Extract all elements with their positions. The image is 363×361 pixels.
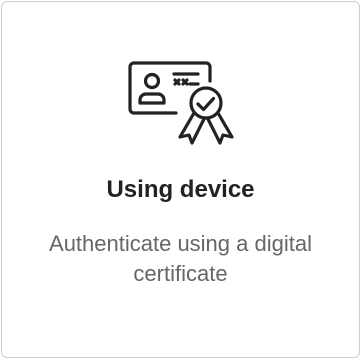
certificate-device-icon — [126, 57, 236, 149]
card-title: Using device — [106, 176, 255, 203]
using-device-option-card[interactable]: Using device Authenticate using a digita… — [1, 1, 360, 358]
card-description: Authenticate using a digital certificate — [49, 231, 312, 286]
